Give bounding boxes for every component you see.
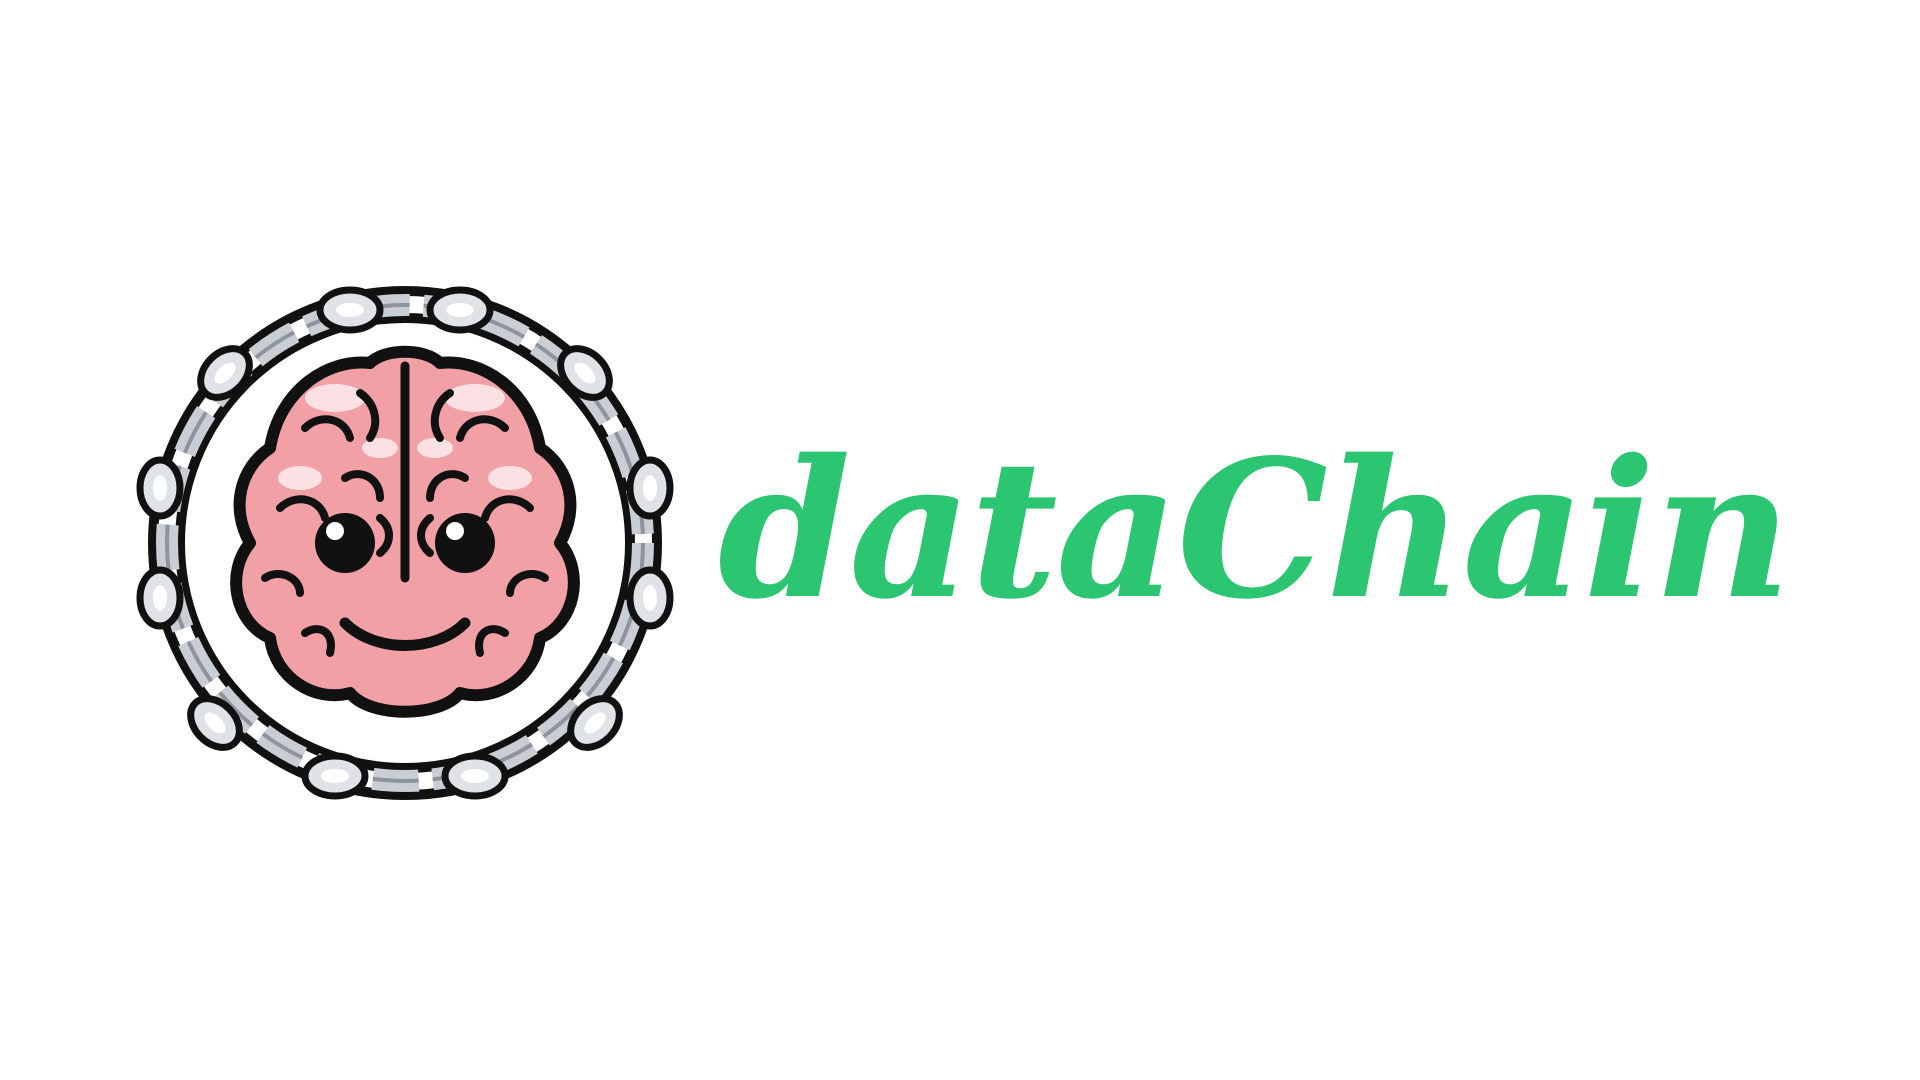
- brand-wordmark: dataChain: [718, 418, 1792, 641]
- brain-in-chain-icon: [136, 286, 674, 800]
- brain-illustration: [230, 345, 580, 718]
- logo-canvas: dataChain: [0, 0, 1920, 1080]
